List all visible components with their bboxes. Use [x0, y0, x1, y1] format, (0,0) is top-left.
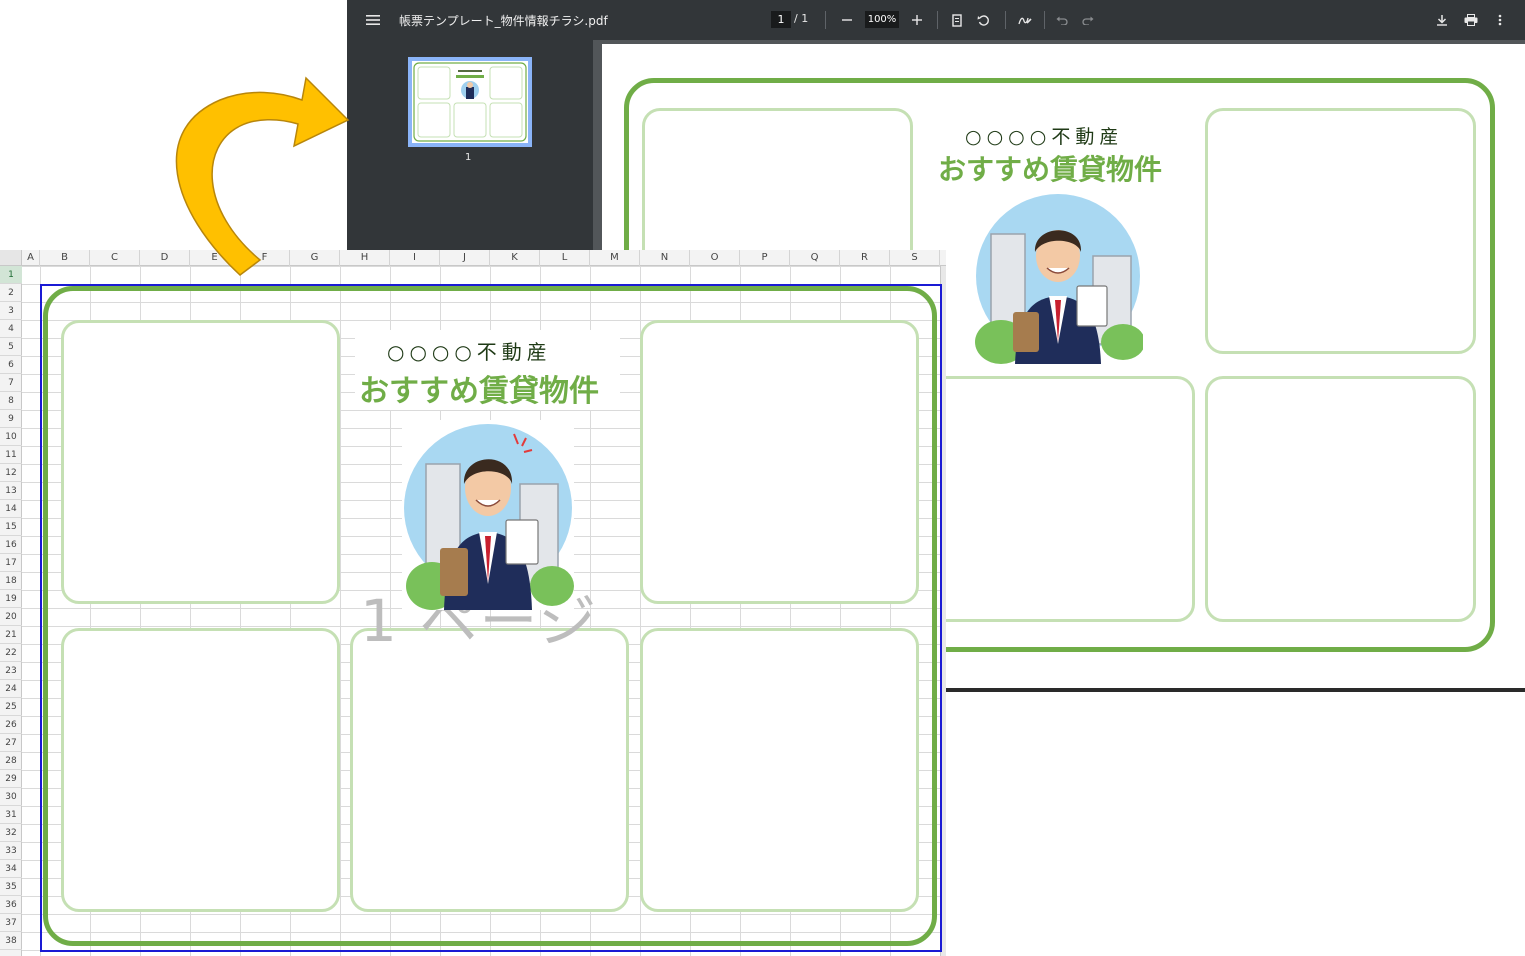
row-header[interactable]: 25	[0, 698, 22, 716]
sheet-cell-bottom-right[interactable]	[640, 628, 919, 912]
row-header[interactable]: 12	[0, 464, 22, 482]
row-header[interactable]: 1	[0, 266, 22, 284]
column-header[interactable]: Q	[790, 250, 840, 266]
sheet-company-name: ○○○○不動産	[387, 340, 552, 364]
row-header[interactable]: 16	[0, 536, 22, 554]
row-header[interactable]: 36	[0, 896, 22, 914]
property-cell-top-right	[1205, 108, 1476, 354]
row-header[interactable]: 15	[0, 518, 22, 536]
column-header[interactable]: P	[740, 250, 790, 266]
sheet-cell-bottom-left[interactable]	[61, 628, 340, 912]
redo-icon[interactable]	[1078, 0, 1098, 40]
toolbar-divider	[825, 11, 826, 29]
row-header[interactable]: 19	[0, 590, 22, 608]
row-header[interactable]: 22	[0, 644, 22, 662]
row-headers: 1 2 3 4 5 6 7 8 9 10 11 12 13 14 15 16 1…	[0, 266, 22, 956]
curved-arrow-icon	[175, 76, 350, 276]
annotate-icon[interactable]	[1015, 0, 1035, 40]
screenshot-stage: 帳票テンプレート_物件情報チラシ.pdf 1 / 1 100% 1 ○○○○不動…	[0, 0, 1525, 956]
column-header[interactable]: O	[690, 250, 740, 266]
zoom-out-icon[interactable]	[837, 0, 857, 40]
rotate-icon[interactable]	[973, 0, 993, 40]
excel-scroll-edge	[940, 266, 946, 956]
row-header[interactable]: 17	[0, 554, 22, 572]
sheet-cell-bottom-center[interactable]	[350, 628, 629, 912]
row-header[interactable]: 37	[0, 914, 22, 932]
toolbar-divider	[937, 11, 938, 29]
row-header[interactable]: 4	[0, 320, 22, 338]
row-header[interactable]: 35	[0, 878, 22, 896]
agent-illustration	[975, 194, 1143, 364]
column-header[interactable]: K	[490, 250, 540, 266]
column-header[interactable]: S	[890, 250, 940, 266]
column-header[interactable]: A	[22, 250, 40, 266]
row-header[interactable]: 7	[0, 374, 22, 392]
page-total: / 1	[794, 12, 809, 25]
thumbnail-page-number: 1	[465, 152, 472, 163]
property-cell-bottom-right	[1205, 376, 1476, 622]
row-header[interactable]: 21	[0, 626, 22, 644]
row-header[interactable]: 10	[0, 428, 22, 446]
row-header[interactable]: 30	[0, 788, 22, 806]
undo-icon[interactable]	[1052, 0, 1072, 40]
row-header[interactable]: 3	[0, 302, 22, 320]
row-header[interactable]: 2	[0, 284, 22, 302]
select-all-corner[interactable]	[0, 250, 22, 266]
zoom-in-icon[interactable]	[907, 0, 927, 40]
row-header[interactable]: 27	[0, 734, 22, 752]
pdf-toolbar: 帳票テンプレート_物件情報チラシ.pdf 1 / 1 100%	[347, 0, 1525, 40]
row-header[interactable]: 18	[0, 572, 22, 590]
toolbar-divider	[1005, 11, 1006, 29]
row-header[interactable]: 28	[0, 752, 22, 770]
pdf-filename: 帳票テンプレート_物件情報チラシ.pdf	[399, 14, 608, 28]
row-header[interactable]: 20	[0, 608, 22, 626]
sheet-cell-top-left[interactable]	[61, 320, 340, 604]
row-header[interactable]: 14	[0, 500, 22, 518]
column-header[interactable]: L	[540, 250, 590, 266]
row-header[interactable]: 31	[0, 806, 22, 824]
column-header[interactable]: I	[390, 250, 440, 266]
row-header[interactable]: 11	[0, 446, 22, 464]
page-thumbnail[interactable]	[408, 57, 532, 147]
toolbar-divider	[1044, 11, 1045, 29]
column-header[interactable]: N	[640, 250, 690, 266]
row-header[interactable]: 38	[0, 932, 22, 950]
sheet-title-box[interactable]: ○○○○不動産 おすすめ賃貸物件	[355, 330, 620, 410]
row-header[interactable]: 24	[0, 680, 22, 698]
fit-page-icon[interactable]	[947, 0, 967, 40]
flyer-title: おすすめ賃貸物件	[938, 153, 1163, 186]
property-cell-bottom-center	[924, 376, 1195, 622]
column-header[interactable]: B	[40, 250, 90, 266]
row-header[interactable]: 5	[0, 338, 22, 356]
row-header[interactable]: 8	[0, 392, 22, 410]
column-header[interactable]: J	[440, 250, 490, 266]
row-header[interactable]: 6	[0, 356, 22, 374]
zoom-level-input[interactable]: 100%	[865, 11, 899, 28]
menu-icon[interactable]	[361, 0, 385, 40]
row-header[interactable]: 26	[0, 716, 22, 734]
sheet-agent-illustration[interactable]	[402, 420, 574, 610]
column-header[interactable]: M	[590, 250, 640, 266]
row-header[interactable]: 33	[0, 842, 22, 860]
more-icon[interactable]	[1490, 0, 1510, 40]
flyer-company-name: ○○○○不動産	[965, 126, 1124, 148]
column-header[interactable]: R	[840, 250, 890, 266]
sheet-flyer-title: おすすめ賃貸物件	[359, 374, 599, 409]
row-header[interactable]: 34	[0, 860, 22, 878]
print-icon[interactable]	[1460, 0, 1482, 40]
page-number-input[interactable]: 1	[771, 11, 791, 28]
row-header[interactable]: 29	[0, 770, 22, 788]
download-icon[interactable]	[1431, 0, 1453, 40]
column-header[interactable]: C	[90, 250, 140, 266]
row-header[interactable]: 13	[0, 482, 22, 500]
sheet-cell-top-right[interactable]	[640, 320, 919, 604]
row-header[interactable]: 23	[0, 662, 22, 680]
row-header[interactable]: 9	[0, 410, 22, 428]
row-header[interactable]: 32	[0, 824, 22, 842]
